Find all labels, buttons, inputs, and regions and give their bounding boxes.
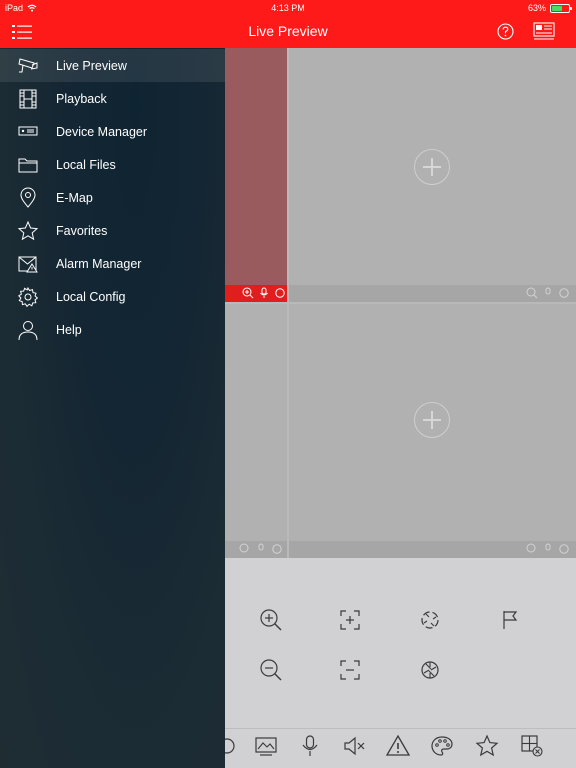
window-toolbar-icons xyxy=(526,543,570,555)
record-icon[interactable] xyxy=(271,543,283,555)
record-icon[interactable] xyxy=(274,287,286,299)
film-icon xyxy=(19,89,37,108)
sidebar-item-e-map[interactable]: E-Map xyxy=(0,181,225,214)
zoom-icon[interactable] xyxy=(526,287,538,299)
record-icon[interactable] xyxy=(558,543,570,555)
side-menu: Live Preview Playback Device Manager Loc… xyxy=(0,48,225,768)
zoom-icon[interactable] xyxy=(239,543,251,555)
status-right: 63% xyxy=(527,3,572,13)
window-close-icon[interactable] xyxy=(520,734,544,758)
microphone-icon[interactable] xyxy=(542,543,554,555)
status-time: 4:13 PM xyxy=(271,3,305,13)
preview-window-3[interactable] xyxy=(225,304,287,558)
window-toolbar xyxy=(225,285,287,302)
sidebar-item-label: Help xyxy=(56,322,82,337)
microphone-icon[interactable] xyxy=(255,543,267,555)
sidebar-item-label: Local Config xyxy=(56,289,126,304)
star-icon[interactable] xyxy=(475,734,499,758)
sidebar-item-label: Alarm Manager xyxy=(56,256,142,271)
preview-window-2[interactable] xyxy=(289,48,576,302)
sidebar-item-favorites[interactable]: Favorites xyxy=(0,214,225,247)
alarm-icon xyxy=(18,256,38,272)
user-icon xyxy=(18,320,38,340)
record-icon[interactable] xyxy=(558,287,570,299)
help-icon[interactable] xyxy=(497,23,514,40)
audio-mute-icon[interactable] xyxy=(342,734,366,758)
add-channel-icon[interactable] xyxy=(414,149,450,185)
window-toolbar xyxy=(289,285,576,302)
sidebar-item-playback[interactable]: Playback xyxy=(0,82,225,115)
battery-icon xyxy=(550,3,572,13)
device-icon xyxy=(18,126,38,135)
sidebar-item-local-config[interactable]: Local Config xyxy=(0,280,225,313)
preview-window-4[interactable] xyxy=(289,304,576,558)
window-toolbar-icons xyxy=(242,287,286,299)
folder-icon xyxy=(18,158,38,172)
microphone-icon[interactable] xyxy=(258,287,270,299)
sidebar-item-local-files[interactable]: Local Files xyxy=(0,148,225,181)
battery-percent: 63% xyxy=(527,3,546,13)
sidebar-item-label: Playback xyxy=(56,91,107,106)
sidebar-item-label: Device Manager xyxy=(56,124,148,139)
focus-far-icon[interactable] xyxy=(337,657,363,683)
sidebar-item-label: Local Files xyxy=(56,157,116,172)
status-bar: iPad 4:13 PM 63% xyxy=(0,0,576,16)
palette-icon[interactable] xyxy=(430,734,454,758)
zoom-out-icon[interactable] xyxy=(258,657,284,683)
window-layout-icon[interactable] xyxy=(533,22,555,41)
window-toolbar-icons xyxy=(526,287,570,299)
ptz-control-panel xyxy=(219,558,576,768)
add-channel-icon[interactable] xyxy=(414,402,450,438)
star-icon xyxy=(17,220,39,240)
zoom-in-icon[interactable] xyxy=(258,607,284,633)
sidebar-item-label: Favorites xyxy=(56,223,108,238)
gear-icon xyxy=(18,286,39,307)
camera-icon xyxy=(18,57,38,72)
window-toolbar-icons xyxy=(239,543,283,555)
map-pin-icon xyxy=(20,187,36,208)
sidebar-item-live-preview[interactable]: Live Preview xyxy=(0,49,225,82)
alarm-warning-icon[interactable] xyxy=(386,734,410,758)
toolbar-divider xyxy=(225,728,576,729)
picture-icon[interactable] xyxy=(254,734,278,758)
sidebar-item-help[interactable]: Help xyxy=(0,313,225,346)
zoom-icon[interactable] xyxy=(242,287,254,299)
iris-close-icon[interactable] xyxy=(417,657,443,683)
sidebar-item-device-manager[interactable]: Device Manager xyxy=(0,115,225,148)
preset-flag-icon[interactable] xyxy=(497,607,523,633)
microphone-icon[interactable] xyxy=(542,287,554,299)
sidebar-item-label: E-Map xyxy=(56,190,93,205)
window-toolbar xyxy=(225,541,287,558)
preview-window-1[interactable] xyxy=(225,48,287,302)
zoom-icon[interactable] xyxy=(526,543,538,555)
window-toolbar xyxy=(289,541,576,558)
focus-near-icon[interactable] xyxy=(337,607,363,633)
page-title: Live Preview xyxy=(248,23,328,39)
iris-open-icon[interactable] xyxy=(417,607,443,633)
sidebar-item-alarm-manager[interactable]: Alarm Manager xyxy=(0,247,225,280)
preview-grid xyxy=(225,48,576,558)
nav-bar: Live Preview xyxy=(0,16,576,48)
microphone-icon[interactable] xyxy=(298,734,322,758)
sidebar-item-label: Live Preview xyxy=(56,58,127,73)
battery-level xyxy=(552,5,563,11)
